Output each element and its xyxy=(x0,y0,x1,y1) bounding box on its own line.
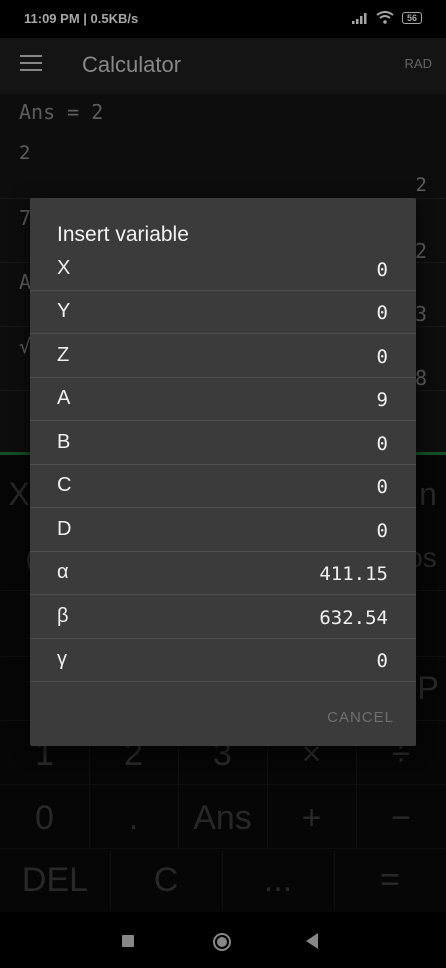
variable-name: Y xyxy=(57,300,71,322)
dialog-title: Insert variable xyxy=(57,223,189,246)
variable-row-alpha[interactable]: α 411.15 xyxy=(30,552,416,595)
variable-row-z[interactable]: Z 0 xyxy=(30,335,416,378)
variable-name: Z xyxy=(57,344,70,366)
variable-row-x[interactable]: X 0 xyxy=(30,248,416,291)
variable-row-gamma[interactable]: γ 0 xyxy=(30,639,416,682)
variable-row-beta[interactable]: β 632.54 xyxy=(30,596,416,639)
variable-value: 0 xyxy=(376,346,388,368)
variable-name: B xyxy=(57,431,71,453)
variable-name: α xyxy=(57,561,69,583)
variable-value: 0 xyxy=(376,433,388,455)
variable-name: β xyxy=(57,605,69,627)
divider xyxy=(30,333,416,334)
divider xyxy=(30,594,416,595)
variable-name: X xyxy=(57,257,71,279)
variable-name: D xyxy=(57,518,72,540)
variable-value: 0 xyxy=(376,520,388,542)
variable-row-b[interactable]: B 0 xyxy=(30,422,416,465)
variable-name: A xyxy=(57,387,71,409)
variable-value: 0 xyxy=(376,476,388,498)
variable-value: 632.54 xyxy=(319,607,388,629)
variable-row-c[interactable]: C 0 xyxy=(30,465,416,508)
variable-value: 0 xyxy=(376,302,388,324)
variable-row-a[interactable]: A 9 xyxy=(30,378,416,421)
divider xyxy=(30,681,416,682)
variable-row-y[interactable]: Y 0 xyxy=(30,291,416,334)
variable-value: 9 xyxy=(376,389,388,411)
variable-name: C xyxy=(57,474,72,496)
variable-value: 0 xyxy=(376,650,388,672)
variable-row-d[interactable]: D 0 xyxy=(30,509,416,552)
variable-value: 411.15 xyxy=(319,563,388,585)
divider xyxy=(30,420,416,421)
cancel-button[interactable]: CANCEL xyxy=(327,709,394,726)
divider xyxy=(30,507,416,508)
variable-name: γ xyxy=(57,648,67,670)
variable-value: 0 xyxy=(376,259,388,281)
insert-variable-dialog: Insert variable X 0 Y 0 Z 0 A 9 B 0 C 0 … xyxy=(30,198,416,746)
